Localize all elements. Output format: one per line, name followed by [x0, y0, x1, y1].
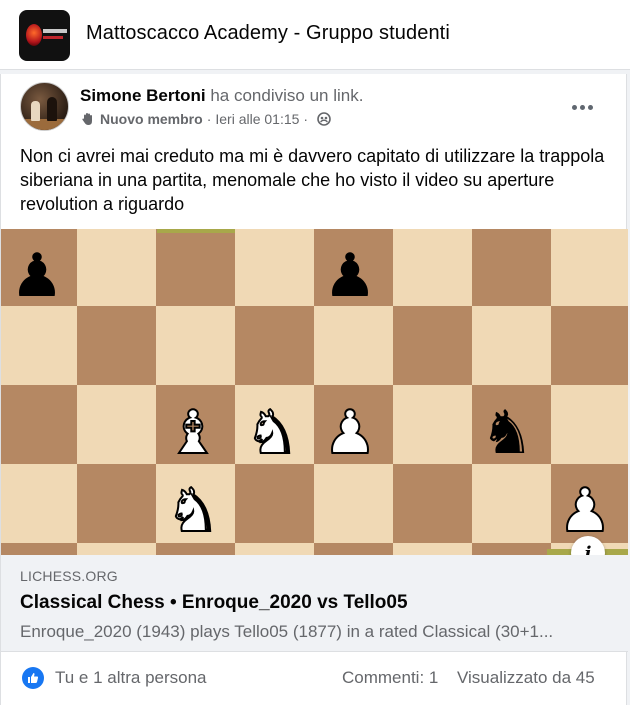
- board-square: [1, 385, 77, 464]
- board-square: [235, 306, 314, 385]
- board-square: [472, 464, 551, 543]
- more-dot: [579, 104, 585, 110]
- white-bishop-icon: ♝: [165, 398, 221, 468]
- more-dot: [587, 104, 593, 110]
- member-badge[interactable]: Nuovo membro: [100, 111, 203, 127]
- board-square: [472, 229, 551, 306]
- board-square: [551, 306, 628, 385]
- board-square: [314, 543, 393, 555]
- author-action: ha condiviso un link.: [205, 86, 364, 105]
- meta-separator: ·: [206, 111, 212, 127]
- board-square: [235, 229, 314, 306]
- board-square: [393, 229, 472, 306]
- board-square: [551, 385, 628, 464]
- avatar-board: [21, 119, 68, 130]
- board-square: [314, 306, 393, 385]
- board-square: [235, 543, 314, 555]
- logo-emblem: [26, 24, 42, 46]
- chess-board-preview[interactable]: ♟ ♟ ♝ ♞ ♟ ♞ ♞ ♟: [1, 229, 628, 555]
- like-reaction-icon[interactable]: [22, 667, 44, 689]
- board-square: [472, 306, 551, 385]
- board-square: [393, 385, 472, 464]
- link-preview[interactable]: LICHESS.ORG Classical Chess • Enroque_20…: [1, 555, 628, 652]
- wave-hand-icon: [80, 111, 96, 127]
- avatar[interactable]: [20, 82, 69, 131]
- group-logo[interactable]: [19, 10, 70, 61]
- board-square: [393, 464, 472, 543]
- white-knight-icon: ♞: [244, 398, 300, 468]
- post-card: Simone Bertoni ha condiviso un link. Nuo…: [0, 74, 628, 705]
- board-square: [77, 543, 156, 555]
- likes-summary[interactable]: Tu e 1 altra persona: [55, 668, 207, 688]
- author-name[interactable]: Simone Bertoni: [80, 86, 206, 105]
- black-knight-icon: ♞: [480, 398, 534, 468]
- board-square: [393, 543, 472, 555]
- comments-count[interactable]: Commenti: 1: [342, 668, 438, 688]
- white-pawn-icon: ♟: [322, 398, 378, 468]
- post-text: Non ci avrei mai creduto ma mi è davvero…: [20, 146, 605, 214]
- board-square: [77, 464, 156, 543]
- link-description: Enroque_2020 (1943) plays Tello05 (1877)…: [20, 622, 554, 641]
- post-meta: Nuovo membro · Ieri alle 01:15 ·: [80, 111, 331, 127]
- board-square: [551, 229, 628, 306]
- black-pawn-icon: ♟: [323, 241, 377, 311]
- meta-separator: ·: [303, 111, 309, 127]
- board-square: [1, 306, 77, 385]
- logo-text-mark-accent: [43, 36, 63, 39]
- board-square: [156, 306, 235, 385]
- more-dot: [571, 104, 577, 110]
- white-knight-icon: ♞: [165, 476, 221, 546]
- board-square: [77, 229, 156, 306]
- board-square: [156, 229, 235, 306]
- last-move-highlight: [157, 229, 235, 233]
- logo-text-mark: [43, 29, 67, 33]
- board-square: [235, 464, 314, 543]
- post-timestamp[interactable]: Ieri alle 01:15: [215, 111, 299, 127]
- board-square: [393, 306, 472, 385]
- avatar-piece-dark: [47, 97, 57, 121]
- board-square: [1, 464, 77, 543]
- author-line: Simone Bertoni ha condiviso un link.: [80, 86, 363, 106]
- group-title[interactable]: Mattoscacco Academy - Gruppo studenti: [86, 22, 450, 45]
- board-square: [472, 543, 551, 555]
- black-pawn-icon: ♟: [10, 241, 64, 311]
- link-title[interactable]: Classical Chess • Enroque_2020 vs Tello0…: [20, 592, 408, 614]
- audience-group-icon[interactable]: [317, 112, 331, 126]
- avatar-piece-light: [31, 101, 40, 121]
- views-count[interactable]: Visualizzato da 45: [457, 668, 595, 688]
- board-square: [314, 464, 393, 543]
- link-domain: LICHESS.ORG: [20, 568, 118, 584]
- board-square: [77, 385, 156, 464]
- group-header: Mattoscacco Academy - Gruppo studenti: [0, 0, 630, 70]
- board-square: [77, 306, 156, 385]
- post-footer: Tu e 1 altra persona Commenti: 1 Visuali…: [1, 652, 628, 705]
- board-square: [1, 543, 77, 555]
- more-options-button[interactable]: [567, 92, 597, 122]
